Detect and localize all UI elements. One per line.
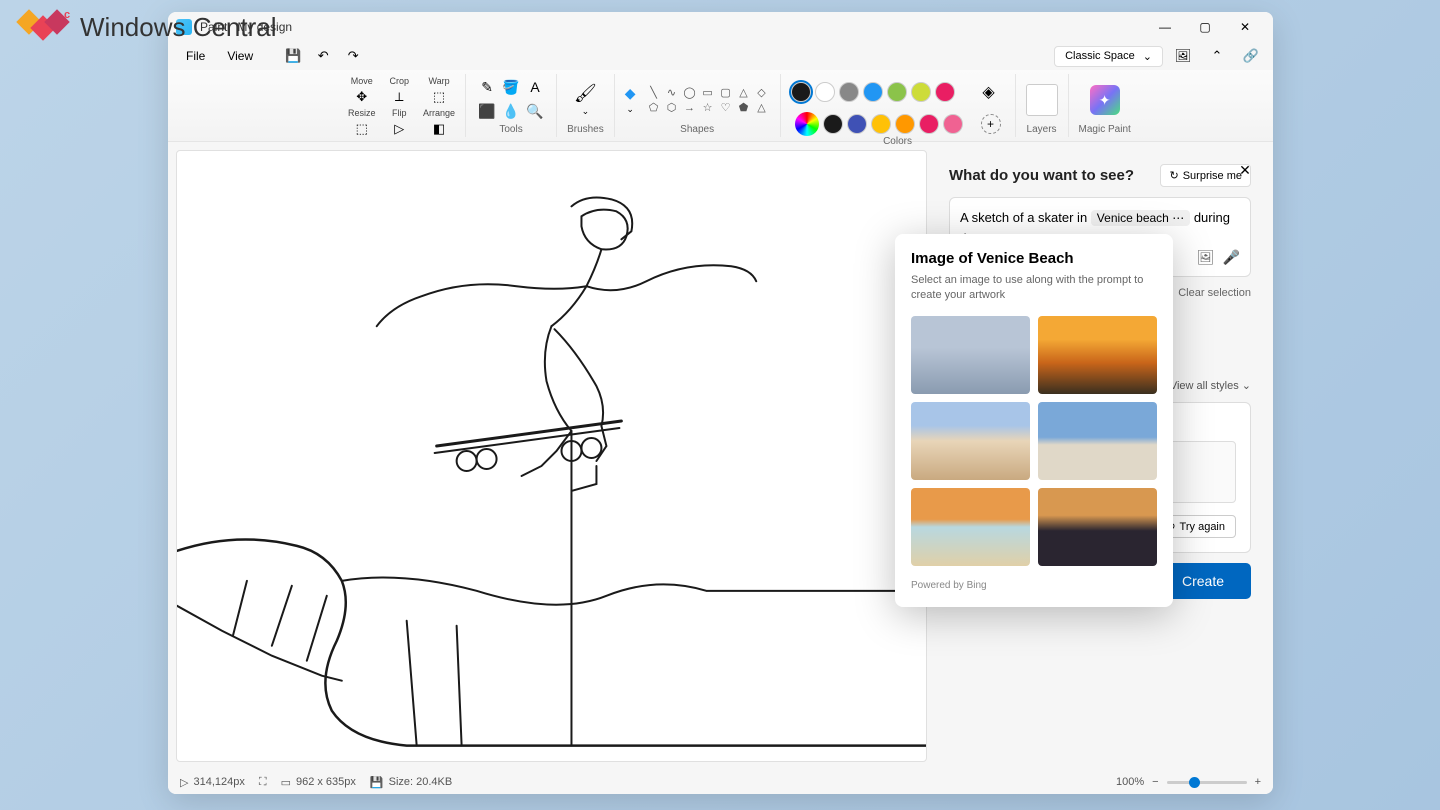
popup-image-1[interactable] (911, 316, 1030, 394)
popup-image-3[interactable] (911, 402, 1030, 480)
magnify-tool[interactable]: 🔍 (524, 100, 546, 122)
color-purple[interactable] (847, 114, 867, 134)
redo-icon[interactable]: ↷ (339, 44, 367, 68)
collapse-icon[interactable]: ⌃ (1203, 44, 1231, 68)
shapes-grid[interactable]: ╲∿◯▭▢△◇ ⬠⬡→☆♡⬟△ (646, 86, 770, 114)
maximize-button[interactable]: ▢ (1185, 13, 1225, 41)
save-icon[interactable]: 💾 (279, 44, 307, 68)
text-tool[interactable]: A (524, 76, 546, 98)
mic-icon[interactable]: 🎤 (1223, 246, 1240, 268)
color-pink2[interactable] (943, 114, 963, 134)
status-cursor: ▷ 314,124px (180, 776, 245, 789)
popup-title: Image of Venice Beach (911, 250, 1157, 267)
color-blue[interactable] (863, 82, 883, 102)
zoom-out-button[interactable]: − (1152, 776, 1158, 788)
close-panel-icon[interactable]: ✕ (1235, 160, 1255, 180)
eraser-tool[interactable]: ⬛ (476, 100, 498, 122)
title-bar: Paint My design — ▢ ✕ (168, 12, 1273, 42)
zoom-in-button[interactable]: + (1255, 776, 1261, 788)
color-black[interactable] (791, 82, 811, 102)
pencil-tool[interactable]: ✎ (476, 76, 498, 98)
popup-image-2[interactable] (1038, 316, 1157, 394)
layer-thumb[interactable] (1026, 84, 1058, 116)
shape-fill[interactable]: ◆⌄ (625, 85, 636, 115)
eyedropper-tool[interactable]: 💧 (500, 100, 522, 122)
image-attach-icon[interactable]: 🖼 (1197, 246, 1215, 268)
chevron-down-icon: ⌄ (1143, 50, 1152, 63)
zoom-label: 100% (1116, 776, 1144, 788)
move-tool[interactable]: Move✥ (348, 76, 376, 106)
resize-tool[interactable]: Resize⬚ (348, 108, 376, 138)
color-lime[interactable] (911, 82, 931, 102)
prompt-chip[interactable]: Venice beach ⋯ (1091, 210, 1190, 226)
brush-picker[interactable]: 🖌⌄ (574, 83, 597, 117)
color-black2[interactable] (823, 114, 843, 134)
fill-tool[interactable]: 🪣 (500, 76, 522, 98)
crop-tool[interactable]: Crop⟂ (390, 76, 410, 106)
color-white[interactable] (815, 82, 835, 102)
color-green[interactable] (887, 82, 907, 102)
warp-tool[interactable]: Warp⬚ (423, 76, 455, 106)
popup-image-4[interactable] (1038, 402, 1157, 480)
popup-image-5[interactable] (911, 488, 1030, 566)
color-pink[interactable] (935, 82, 955, 102)
close-window-button[interactable]: ✕ (1225, 13, 1265, 41)
status-dims: ▭ 962 x 635px (281, 776, 356, 789)
status-fit[interactable]: ⛶ (259, 776, 267, 789)
minimize-button[interactable]: — (1145, 13, 1185, 41)
space-dropdown[interactable]: Classic Space⌄ (1054, 46, 1163, 67)
add-color[interactable]: + (981, 114, 1001, 134)
sketch-drawing (177, 151, 926, 761)
image-picker-popup: Image of Venice Beach Select an image to… (895, 234, 1173, 607)
status-bar: ▷ 314,124px ⛶ ▭ 962 x 635px 💾 Size: 20.4… (168, 770, 1273, 794)
watermark-icon: c (20, 13, 70, 43)
color-gray[interactable] (839, 82, 859, 102)
color-orange[interactable] (895, 114, 915, 134)
popup-footer: Powered by Bing (911, 580, 1157, 591)
color-magenta[interactable] (919, 114, 939, 134)
link-icon[interactable]: 🔗 (1237, 44, 1265, 68)
color-wheel[interactable] (795, 112, 819, 136)
menu-view[interactable]: View (217, 45, 263, 67)
zoom-slider[interactable] (1167, 781, 1247, 784)
status-size: 💾 Size: 20.4KB (370, 776, 452, 789)
popup-desc: Select an image to use along with the pr… (911, 273, 1157, 304)
panel-title: What do you want to see? (949, 167, 1134, 184)
arrange-tool[interactable]: Arrange◧ (423, 108, 455, 138)
menu-file[interactable]: File (176, 45, 215, 67)
ribbon: Move✥ Crop⟂ Warp⬚ Resize⬚ Flip▷ Arrange◧… (168, 70, 1273, 142)
popup-image-6[interactable] (1038, 488, 1157, 566)
image-icon[interactable]: 🖼 (1169, 44, 1197, 68)
menu-bar: File View 💾 ↶ ↷ Classic Space⌄ 🖼 ⌃ 🔗 (168, 42, 1273, 70)
color-yellow[interactable] (871, 114, 891, 134)
undo-icon[interactable]: ↶ (309, 44, 337, 68)
magic-paint-button[interactable]: ✦ (1090, 85, 1120, 115)
flip-tool[interactable]: Flip▷ (390, 108, 410, 138)
layers-stack-icon[interactable]: ◈ (973, 76, 1005, 108)
watermark-logo-area: c Windows Central (20, 12, 277, 43)
canvas[interactable] (176, 150, 927, 762)
watermark-text: Windows Central (80, 12, 277, 43)
